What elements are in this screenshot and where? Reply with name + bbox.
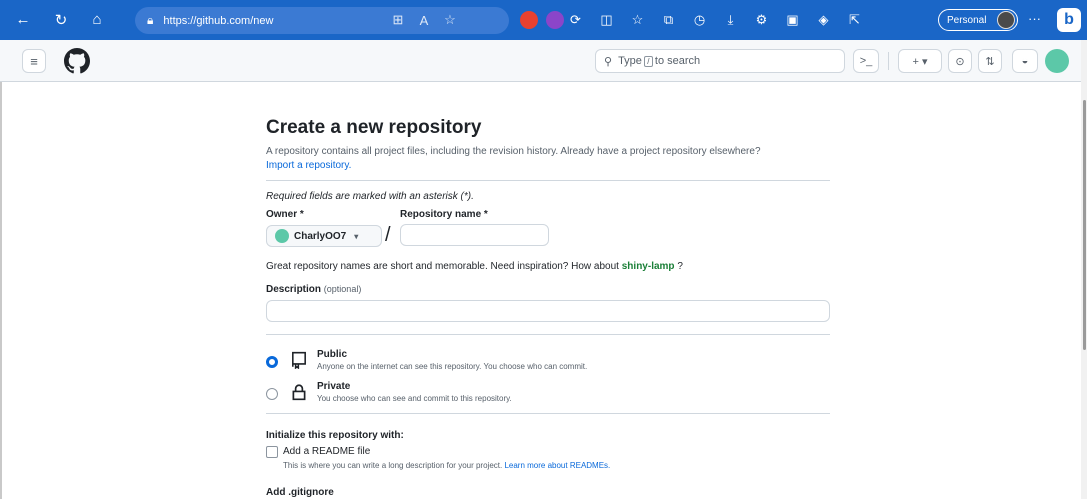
readme-learn-more-link[interactable]: Learn more about READMEs. — [504, 461, 610, 470]
required-fields-note: Required fields are marked with an aster… — [266, 191, 474, 202]
github-header: ≡ ⚲ Type / to search >_ + ▾ ⊙ ⇅ ◒ — [0, 40, 1087, 82]
inbox-icon[interactable]: ◒ — [1012, 49, 1038, 73]
owner-repo-separator: / — [385, 224, 391, 246]
favorites-icon[interactable]: ☆ — [622, 12, 653, 28]
repo-name-label: Repository name * — [400, 209, 488, 220]
pull-requests-icon[interactable]: ⇅ — [978, 49, 1002, 73]
intro-text: A repository contains all project files,… — [266, 145, 830, 173]
section-divider — [266, 180, 830, 181]
description-input[interactable] — [266, 300, 830, 322]
name-hint: Great repository names are short and mem… — [266, 261, 683, 272]
owner-select[interactable]: CharlyOO7 ▾ — [266, 225, 382, 247]
extensions-icon[interactable]: ⚙ — [746, 12, 777, 28]
github-logo-icon[interactable] — [64, 48, 90, 74]
share-icon[interactable]: ⇱ — [839, 12, 870, 28]
browser-tools: ⟳ ◫ ☆ ⧉ ◷ ⤓ ⚙ ▣ ◈ ⇱ — [560, 0, 870, 40]
history-icon[interactable]: ◷ — [684, 12, 715, 28]
copilot-icon[interactable]: ◈ — [808, 12, 839, 28]
section-divider — [266, 413, 830, 414]
header-divider — [888, 52, 889, 70]
readme-checkbox[interactable] — [266, 446, 278, 458]
intro-description: A repository contains all project files,… — [266, 146, 761, 157]
search-prefix: Type — [618, 55, 642, 67]
search-icon: ⚲ — [604, 55, 613, 68]
init-heading: Initialize this repository with: — [266, 430, 404, 441]
readme-desc-text: This is where you can write a long descr… — [283, 461, 503, 470]
read-aloud-icon[interactable]: A — [411, 13, 437, 28]
import-repository-link[interactable]: Import a repository. — [266, 160, 351, 171]
search-suffix: to search — [654, 55, 701, 67]
address-bar-actions: ⊞ A ☆ — [385, 0, 463, 40]
visibility-option-public[interactable]: Public Anyone on the internet can see th… — [266, 349, 826, 379]
menu-icon[interactable]: ≡ — [22, 49, 46, 73]
public-label: Public — [317, 349, 348, 360]
readme-description: This is where you can write a long descr… — [283, 461, 610, 470]
profile-label: Personal — [947, 14, 987, 26]
owner-label: Owner * — [266, 209, 304, 220]
visibility-option-private[interactable]: Private You choose who can see and commi… — [266, 381, 826, 411]
private-radio[interactable] — [266, 388, 278, 400]
search-input[interactable]: ⚲ Type / to search — [595, 49, 845, 73]
section-divider — [266, 334, 830, 335]
owner-value: CharlyOO7 — [294, 230, 347, 242]
public-description: Anyone on the internet can see this repo… — [317, 362, 588, 371]
name-suggestion[interactable]: shiny-lamp — [622, 261, 675, 272]
repo-book-icon — [292, 351, 306, 369]
scrollbar[interactable] — [1081, 40, 1087, 499]
address-url: https://github.com/new — [163, 14, 274, 27]
downloads-icon[interactable]: ⤓ — [715, 12, 746, 28]
owner-avatar — [275, 229, 289, 243]
issues-icon[interactable]: ⊙ — [948, 49, 972, 73]
scrollbar-thumb[interactable] — [1083, 100, 1086, 350]
extension-red-icon[interactable] — [520, 11, 538, 29]
lock-icon: 🔒︎ — [147, 13, 154, 27]
profile-button[interactable]: Personal — [938, 9, 1018, 31]
repo-name-input[interactable] — [400, 224, 549, 246]
description-optional: (optional) — [323, 284, 362, 294]
search-shortcut-key: / — [643, 55, 653, 67]
public-radio[interactable] — [266, 356, 278, 368]
favorite-star-icon[interactable]: ☆ — [437, 12, 463, 28]
refresh-page-icon[interactable]: ⟳ — [560, 12, 591, 28]
home-icon[interactable]: ⌂ — [86, 11, 108, 28]
description-label-text: Description — [266, 284, 322, 295]
page-title: Create a new repository — [266, 117, 482, 138]
private-description: You choose who can see and commit to thi… — [317, 394, 512, 403]
name-hint-text: Great repository names are short and mem… — [266, 261, 619, 272]
command-palette-button[interactable]: >_ — [853, 49, 879, 73]
screenshot-icon[interactable]: ▣ — [777, 12, 808, 28]
gitignore-label: Add .gitignore — [266, 487, 334, 498]
back-arrow-icon[interactable]: ← — [12, 11, 34, 28]
profile-avatar — [997, 11, 1015, 29]
left-edge-divider — [0, 82, 2, 499]
lock-icon — [292, 384, 306, 401]
split-screen-icon[interactable]: ◫ — [591, 12, 622, 28]
new-repository-form: Create a new repository A repository con… — [266, 115, 830, 202]
name-hint-end: ? — [677, 261, 683, 272]
private-label: Private — [317, 381, 351, 392]
description-label: Description (optional) — [266, 284, 361, 295]
create-new-button[interactable]: + ▾ — [898, 49, 942, 73]
refresh-icon[interactable]: ↻ — [50, 11, 72, 29]
collections-icon[interactable]: ⧉ — [653, 12, 684, 28]
more-options-icon[interactable]: ··· — [1028, 11, 1041, 26]
app-available-icon[interactable]: ⊞ — [385, 12, 411, 28]
bing-icon[interactable]: b — [1057, 8, 1081, 32]
chevron-down-icon: ▾ — [354, 231, 359, 241]
readme-label[interactable]: Add a README file — [283, 446, 370, 457]
user-avatar[interactable] — [1045, 49, 1069, 73]
